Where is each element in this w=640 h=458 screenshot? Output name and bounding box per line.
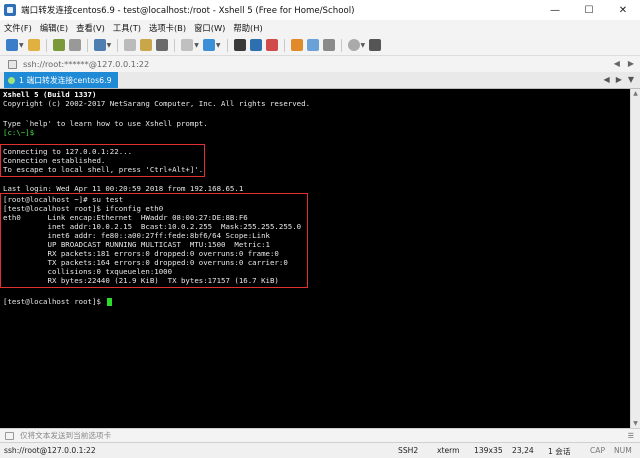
toolbar-separator <box>117 38 119 52</box>
disconnect-icon[interactable] <box>68 39 81 51</box>
terminal-cursor <box>107 298 112 306</box>
window-title: 端口转发连接centos6.9 - test@localhost:/root -… <box>21 6 355 16</box>
new-session-icon[interactable] <box>6 39 18 51</box>
script-icon[interactable] <box>306 39 319 51</box>
find-icon[interactable] <box>156 39 169 51</box>
terminal-line: Type `help' to learn how to use Xshell p… <box>3 119 208 128</box>
status-terminal-type: xterm <box>437 446 460 455</box>
xftp-icon[interactable] <box>233 39 246 51</box>
terminal-screen[interactable]: Xshell 5 (Build 1337) Copyright (c) 2002… <box>0 89 630 428</box>
copy-icon[interactable] <box>124 39 137 51</box>
terminal-scrollbar[interactable]: ▲ ▼ <box>630 89 640 428</box>
xshell-app-icon <box>4 4 16 16</box>
dropdown-icon[interactable]: ▼ <box>216 42 221 49</box>
compose-icon <box>5 431 14 440</box>
menu-window[interactable]: 窗口(W) <box>190 22 229 34</box>
terminal-line: Xshell 5 (Build 1337) <box>3 90 97 99</box>
globe-icon[interactable] <box>249 39 262 51</box>
terminal-line: [c:\~]$ <box>3 128 35 137</box>
menu-file[interactable]: 文件(F) <box>0 22 36 34</box>
compose-menu-icon[interactable]: ☰ <box>628 432 634 440</box>
dropdown-icon[interactable]: ▼ <box>107 42 112 49</box>
highlight-box-connection <box>0 144 205 177</box>
terminal-line: Last login: Wed Apr 11 00:20:59 2018 fro… <box>3 184 244 193</box>
title-bar: 端口转发连接centos6.9 - test@localhost:/root -… <box>0 0 640 20</box>
menu-bar: 文件(F) 编辑(E) 查看(V) 工具(T) 选项卡(B) 窗口(W) 帮助(… <box>0 20 640 35</box>
help-icon[interactable] <box>347 39 360 51</box>
properties-icon[interactable] <box>93 39 106 51</box>
tab-bar: 1 端口转发连接centos6.9 ◀ ▶ ▼ <box>0 72 640 89</box>
menu-view[interactable]: 查看(V) <box>72 22 109 34</box>
toolbar-separator <box>283 38 285 52</box>
toolbar-separator <box>174 38 176 52</box>
keyboard-icon[interactable] <box>290 39 303 51</box>
print-icon[interactable] <box>181 39 194 51</box>
menu-tools[interactable]: 工具(T) <box>109 22 145 34</box>
tab-list-icon[interactable]: ▼ <box>628 75 634 84</box>
session-status-icon <box>8 76 15 84</box>
toolbar-separator <box>45 38 47 52</box>
tab-prev-icon[interactable]: ◀ <box>604 75 610 84</box>
address-prev-icon[interactable]: ◀ <box>614 59 620 68</box>
status-caps-lock: CAP <box>590 446 606 455</box>
status-connection: ssh://root@127.0.0.1:22 <box>4 446 96 455</box>
menu-help[interactable]: 帮助(H) <box>229 22 266 34</box>
highlight-box-ifconfig <box>0 193 308 288</box>
address-lock-icon <box>8 59 17 69</box>
menu-edit[interactable]: 编辑(E) <box>36 22 72 34</box>
status-terminal-size: 139x35 <box>474 446 503 455</box>
toolbar: ▼ ▼ ▼ ▼ ▼ <box>0 35 640 55</box>
open-folder-icon[interactable] <box>27 39 40 51</box>
status-num-lock: NUM <box>614 446 632 455</box>
dropdown-icon[interactable]: ▼ <box>194 42 199 49</box>
terminal-line: [test@localhost root]$ <box>3 297 106 306</box>
tab-label: 1 端口转发连接centos6.9 <box>19 75 112 85</box>
dropdown-icon[interactable]: ▼ <box>19 42 24 49</box>
minimize-button[interactable]: — <box>538 0 572 20</box>
connect-icon[interactable] <box>52 39 65 51</box>
compose-icon[interactable] <box>322 39 335 51</box>
status-protocol: SSH2 <box>398 446 419 455</box>
toolbar-separator <box>86 38 88 52</box>
maximize-button[interactable]: ☐ <box>572 0 606 20</box>
address-input[interactable]: ssh://root:******@127.0.0.1:22 <box>23 59 149 69</box>
monitor-icon[interactable] <box>369 39 382 51</box>
paste-icon[interactable] <box>140 39 153 51</box>
toolbar-separator <box>340 38 342 52</box>
tab-next-icon[interactable]: ▶ <box>616 75 622 84</box>
menu-tabs[interactable]: 选项卡(B) <box>145 22 190 34</box>
terminal-line: Copyright (c) 2002-2017 NetSarang Comput… <box>3 99 311 108</box>
address-bar: ssh://root:******@127.0.0.1:22 ◀ ▶ <box>0 55 640 72</box>
status-cursor-position: 23,24 <box>512 446 534 455</box>
tab-session[interactable]: 1 端口转发连接centos6.9 <box>4 72 118 88</box>
scroll-up-icon[interactable]: ▲ <box>631 89 640 98</box>
status-sessions: 1 会话 <box>548 447 571 456</box>
xshell-window: 端口转发连接centos6.9 - test@localhost:/root -… <box>0 0 640 458</box>
close-button[interactable]: ✕ <box>606 0 640 20</box>
lock-icon[interactable] <box>265 39 278 51</box>
fullscreen-icon[interactable] <box>202 39 215 51</box>
compose-send-label: 仅将文本发送到当前选项卡 <box>20 431 112 440</box>
dropdown-icon[interactable]: ▼ <box>361 42 366 49</box>
status-bar: ssh://root@127.0.0.1:22 SSH2 xterm 139x3… <box>0 442 640 458</box>
address-next-icon[interactable]: ▶ <box>628 59 634 68</box>
compose-send-bar[interactable]: 仅将文本发送到当前选项卡 ☰ <box>0 428 640 442</box>
scroll-down-icon[interactable]: ▼ <box>631 419 640 428</box>
toolbar-separator <box>226 38 228 52</box>
